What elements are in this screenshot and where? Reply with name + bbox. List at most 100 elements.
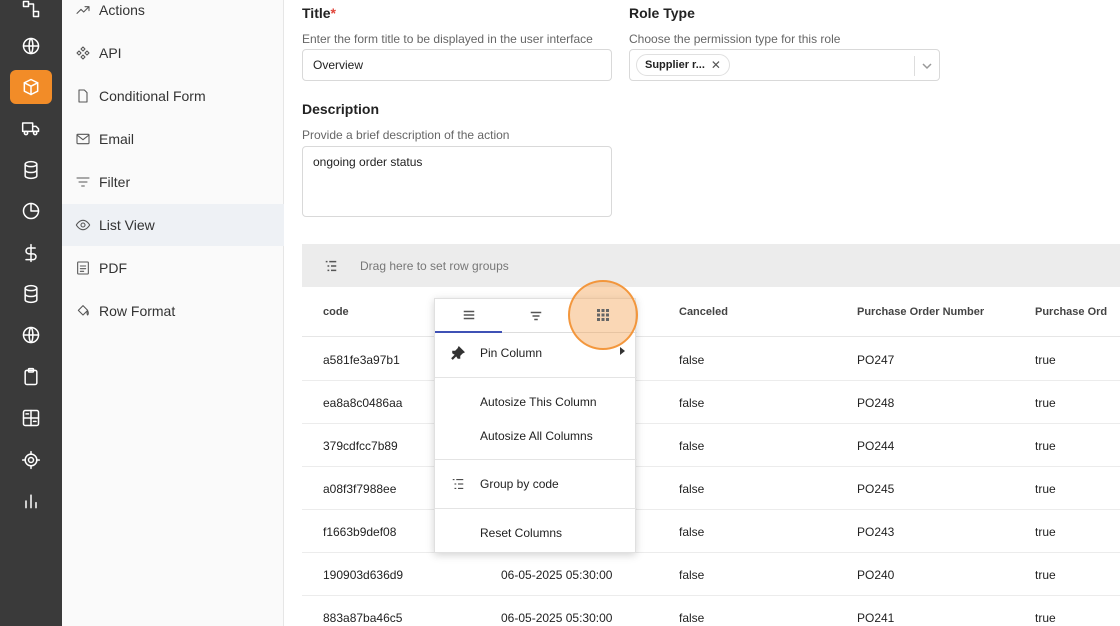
- paint-bucket-icon: [77, 305, 89, 316]
- sidebar-item-filter[interactable]: Filter: [62, 161, 284, 203]
- sidebar-item-conditional-form[interactable]: Conditional Form: [62, 75, 284, 117]
- table-cell-po: PO245: [857, 482, 895, 496]
- data-grid: Drag here to set row groups code Cancele…: [302, 244, 1120, 626]
- dollar-icon[interactable]: [10, 236, 52, 270]
- table-cell-flag: true: [1035, 611, 1056, 625]
- description-hint: Provide a brief description of the actio…: [302, 128, 510, 142]
- target-icon[interactable]: [10, 443, 52, 477]
- chevron-down-icon[interactable]: [922, 61, 932, 71]
- table-cell-canceled: false: [679, 439, 705, 453]
- sidebar-item-api[interactable]: API: [62, 32, 284, 74]
- table-cell-flag: true: [1035, 353, 1056, 367]
- group-bar-text: Drag here to set row groups: [360, 258, 509, 273]
- description-label: Description: [302, 101, 380, 117]
- menu-item-label: Autosize All Columns: [480, 429, 593, 443]
- filter-icon: [530, 311, 541, 321]
- api-icon: [76, 46, 90, 60]
- table-cell-code: 379cdfcc7b89: [323, 439, 398, 453]
- table-row[interactable]: ea8a8c0486aa false PO248 true: [302, 381, 1120, 424]
- required-marker: *: [330, 5, 336, 21]
- pie-chart-icon[interactable]: [10, 194, 52, 228]
- app-rail: [0, 0, 62, 626]
- table-cell-canceled: false: [679, 611, 705, 625]
- filter-icon: [76, 177, 90, 187]
- title-label: Title*: [302, 5, 336, 21]
- tab-filter[interactable]: [502, 299, 569, 333]
- menu-divider: [435, 377, 637, 378]
- table-cell-po: PO248: [857, 396, 895, 410]
- menu-item-autosize-all[interactable]: Autosize All Columns: [435, 421, 637, 451]
- truck-icon[interactable]: [10, 111, 52, 145]
- sidebar-item-label: Email: [99, 131, 135, 147]
- table-row[interactable]: 379cdfcc7b89 false PO244 true: [302, 424, 1120, 467]
- grid-header: code Canceled Purchase Order Number Purc…: [302, 287, 1120, 337]
- dashboard-icon[interactable]: [10, 401, 52, 435]
- menu-item-autosize-this[interactable]: Autosize This Column: [435, 387, 637, 417]
- table-cell-flag: true: [1035, 396, 1056, 410]
- table-cell-flag: true: [1035, 568, 1056, 582]
- select-divider: [914, 56, 915, 76]
- sidebar-item-label: Actions: [99, 2, 145, 18]
- sidebar-item-label: API: [99, 45, 122, 61]
- columns-tab-highlight[interactable]: [568, 280, 638, 350]
- box-icon[interactable]: [10, 70, 52, 104]
- menu-item-group-by[interactable]: Group by code: [435, 469, 637, 499]
- workflow-icon[interactable]: [10, 0, 52, 26]
- column-header-purchase-ord[interactable]: Purchase Ord: [1035, 306, 1107, 318]
- role-type-select[interactable]: Supplier r... ✕: [629, 49, 940, 81]
- sidebar-item-list-view[interactable]: List View: [62, 204, 284, 246]
- mail-icon: [76, 133, 90, 145]
- table-row[interactable]: a581fe3a97b1 false PO247 true: [302, 338, 1120, 381]
- globe-icon[interactable]: [10, 318, 52, 352]
- sidebar-item-row-format[interactable]: Row Format: [62, 290, 284, 332]
- sidebar-item-label: Filter: [99, 174, 131, 190]
- row-group-dropzone[interactable]: Drag here to set row groups: [302, 244, 1120, 287]
- menu-item-label: Autosize This Column: [480, 395, 597, 409]
- sidebar-item-email[interactable]: Email: [62, 118, 284, 160]
- menu-item-reset-columns[interactable]: Reset Columns: [435, 518, 637, 548]
- table-cell-po: PO241: [857, 611, 895, 625]
- table-cell-po: PO240: [857, 568, 895, 582]
- table-cell-code: f1663b9def08: [323, 525, 397, 539]
- table-cell-canceled: false: [679, 353, 705, 367]
- eye-icon: [75, 219, 91, 231]
- table-cell-canceled: false: [679, 568, 705, 582]
- trend-icon: [76, 6, 90, 14]
- sidebar-item-actions[interactable]: Actions: [62, 0, 284, 31]
- globe-icon[interactable]: [10, 29, 52, 63]
- table-cell-po: PO244: [857, 439, 895, 453]
- chip-remove-icon[interactable]: ✕: [711, 58, 721, 72]
- database-icon[interactable]: [10, 153, 52, 187]
- sidebar-item-pdf[interactable]: PDF: [62, 247, 284, 289]
- column-header-code[interactable]: code: [323, 306, 349, 318]
- title-hint: Enter the form title to be displayed in …: [302, 32, 593, 46]
- title-input[interactable]: Overview: [302, 49, 612, 81]
- role-type-hint: Choose the permission type for this role: [629, 32, 841, 46]
- table-row[interactable]: f1663b9def08 false PO243 true: [302, 510, 1120, 553]
- clipboard-icon[interactable]: [10, 360, 52, 394]
- sidebar-item-label: PDF: [99, 260, 127, 276]
- role-chip-label: Supplier r...: [645, 59, 705, 71]
- table-row[interactable]: 190903d636d9 06-05-2025 05:30:00 false PO24…: [302, 553, 1120, 596]
- chevron-right-icon: [620, 347, 625, 355]
- bar-chart-icon[interactable]: [10, 484, 52, 518]
- pin-icon: [451, 345, 466, 360]
- table-row[interactable]: 883a87ba46c5 06-05-2025 05:30:00 false PO24…: [302, 596, 1120, 626]
- sidebar-item-label: Conditional Form: [99, 88, 206, 104]
- table-cell-canceled: false: [679, 525, 705, 539]
- table-cell-date: 06-05-2025 05:30:00: [501, 568, 613, 582]
- tab-general[interactable]: [435, 299, 502, 333]
- table-cell-code: a08f3f7988ee: [323, 482, 397, 496]
- description-textarea[interactable]: ongoing order status: [302, 146, 612, 217]
- table-cell-flag: true: [1035, 482, 1056, 496]
- row-group-icon: [451, 477, 465, 491]
- table-cell-po: PO243: [857, 525, 895, 539]
- menu-item-label: Pin Column: [480, 346, 543, 360]
- pdf-icon: [77, 261, 89, 275]
- menu-item-label: Reset Columns: [480, 526, 563, 540]
- database-icon[interactable]: [10, 277, 52, 311]
- column-header-canceled[interactable]: Canceled: [679, 306, 728, 318]
- table-row[interactable]: a08f3f7988ee false PO245 true: [302, 467, 1120, 510]
- table-cell-canceled: false: [679, 482, 705, 496]
- column-header-po-number[interactable]: Purchase Order Number: [857, 306, 984, 318]
